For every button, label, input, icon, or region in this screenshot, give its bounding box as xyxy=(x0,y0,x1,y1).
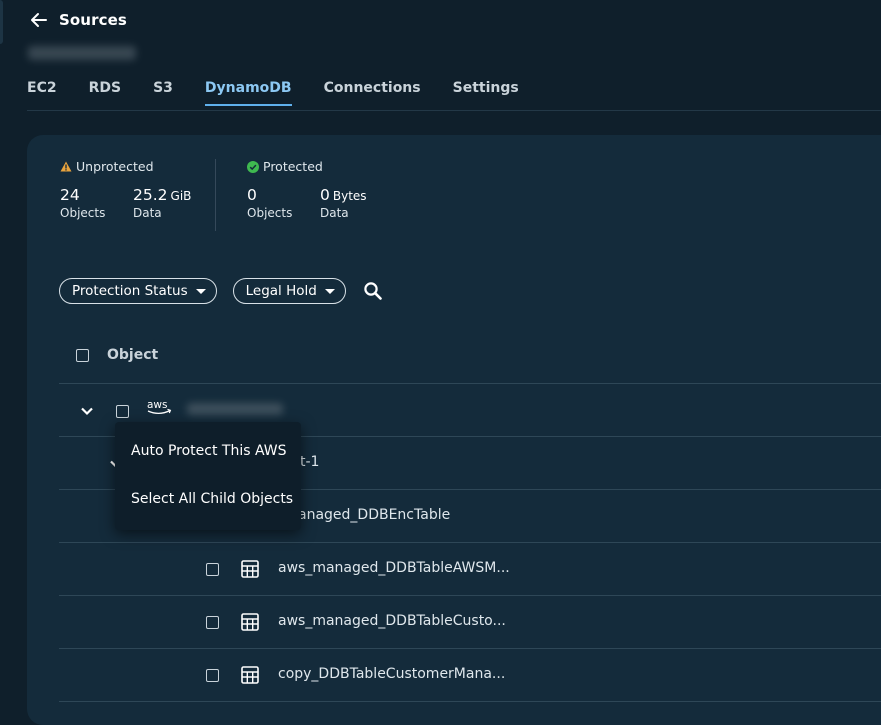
select-all-checkbox[interactable] xyxy=(76,349,89,362)
legal-hold-filter[interactable]: Legal Hold xyxy=(232,278,346,304)
table-name[interactable]: copy_DDBTableCustomerMana... xyxy=(278,666,505,682)
row-checkbox[interactable] xyxy=(206,563,219,576)
unprotected-data: 25.2 GiB Data xyxy=(133,186,192,220)
back-arrow-icon[interactable] xyxy=(29,10,49,30)
page-title: Sources xyxy=(59,11,127,29)
tab-connections[interactable]: Connections xyxy=(324,76,421,106)
caret-down-icon xyxy=(195,288,206,294)
protected-objects: 0 Objects xyxy=(247,186,293,220)
tab-rds[interactable]: RDS xyxy=(89,76,121,106)
tab-s3[interactable]: S3 xyxy=(153,76,173,106)
aws-account-name-redacted xyxy=(187,403,283,415)
window-edge xyxy=(0,0,3,44)
protected-stats: Protected 0 Objects 0 Bytes Data xyxy=(247,159,367,220)
chevron-down-icon[interactable] xyxy=(80,404,94,418)
search-icon[interactable] xyxy=(362,280,384,302)
svg-text:aws: aws xyxy=(147,399,168,411)
table-header: Object xyxy=(59,335,881,384)
tabs-divider xyxy=(27,110,881,111)
row-checkbox[interactable] xyxy=(206,616,219,629)
caret-down-icon xyxy=(324,288,335,294)
account-name-redacted xyxy=(28,46,136,60)
unprotected-objects: 24 Objects xyxy=(60,186,106,220)
filter-bar: Protection Status Legal Hold xyxy=(59,278,384,304)
aws-logo-icon: aws xyxy=(147,399,172,415)
context-menu: Auto Protect This AWS Select All Child O… xyxy=(115,422,301,530)
table-icon xyxy=(241,560,259,578)
protection-status-filter[interactable]: Protection Status xyxy=(59,278,217,304)
source-tabs: EC2 RDS S3 DynamoDB Connections Settings xyxy=(27,76,551,106)
menu-item-auto-protect[interactable]: Auto Protect This AWS xyxy=(131,443,287,459)
table-name: anaged_DDBEncTable xyxy=(298,507,451,523)
table-name[interactable]: aws_managed_DDBTableCusto... xyxy=(278,613,506,629)
table-icon xyxy=(241,666,259,684)
unprotected-label: Unprotected xyxy=(76,159,154,174)
tab-ec2[interactable]: EC2 xyxy=(27,76,57,106)
table-row: aws_managed_DDBTableAWSM... xyxy=(59,543,881,596)
stats-divider xyxy=(215,159,216,231)
warning-icon xyxy=(60,161,72,172)
unprotected-stats: Unprotected 24 Objects 25.2 GiB Data xyxy=(60,159,191,220)
menu-item-select-all-children[interactable]: Select All Child Objects xyxy=(131,491,293,507)
table-icon xyxy=(241,613,259,631)
row-checkbox[interactable] xyxy=(206,669,219,682)
table-row: aws_managed_DDBTableCusto... xyxy=(59,596,881,649)
table-name[interactable]: aws_managed_DDBTableAWSM... xyxy=(278,560,510,576)
check-circle-icon xyxy=(247,160,259,173)
region-name: t-1 xyxy=(300,454,320,470)
tab-settings[interactable]: Settings xyxy=(453,76,519,106)
protected-data: 0 Bytes Data xyxy=(320,186,367,220)
tab-dynamodb[interactable]: DynamoDB xyxy=(204,76,292,106)
table-row: copy_DDBTableCustomerMana... xyxy=(59,649,881,702)
object-column-header: Object xyxy=(107,347,159,363)
protected-label: Protected xyxy=(263,159,323,174)
row-checkbox[interactable] xyxy=(116,405,129,418)
